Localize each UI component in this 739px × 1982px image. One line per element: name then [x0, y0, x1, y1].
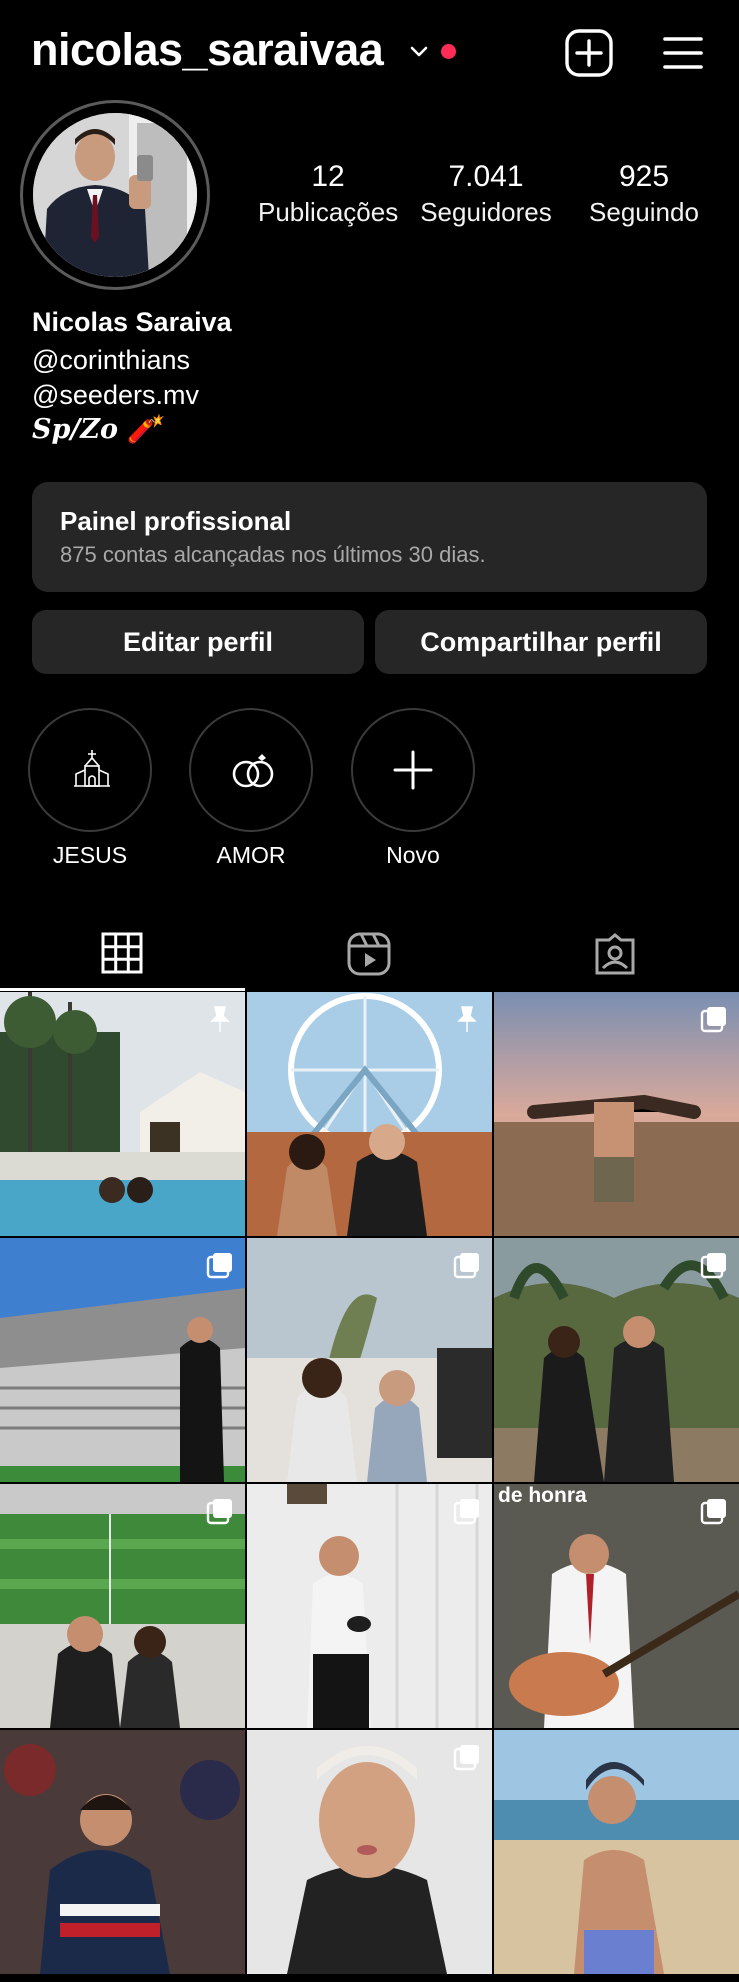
highlight-jesus[interactable]	[28, 708, 152, 832]
avatar[interactable]	[33, 113, 197, 277]
bio-link-corinthians[interactable]: @corinthians	[32, 342, 190, 378]
plus-icon	[393, 750, 433, 790]
post-3[interactable]	[494, 992, 739, 1236]
following-count[interactable]: 925 Seguindo	[574, 158, 714, 228]
highlight-jesus-label: JESUS	[52, 842, 128, 868]
grid-icon	[101, 932, 143, 974]
dashboard-title: Painel profissional	[60, 506, 292, 536]
pin-icon	[210, 1006, 230, 1032]
carousel-icon	[206, 1253, 232, 1279]
post-2[interactable]	[247, 992, 492, 1236]
menu-icon[interactable]	[660, 30, 706, 76]
followers-count-label: Seguidores	[420, 197, 552, 227]
tagged-icon	[595, 933, 635, 975]
posts-count-value: 12	[311, 160, 345, 193]
post-7[interactable]	[0, 1484, 245, 1728]
post-5[interactable]	[247, 1238, 492, 1482]
carousel-icon	[700, 1007, 726, 1033]
tab-posts[interactable]	[0, 912, 246, 992]
highlight-amor[interactable]	[189, 708, 313, 832]
carousel-icon	[453, 1499, 479, 1525]
tab-tagged[interactable]	[492, 912, 738, 992]
profile-name: Nicolas Saraiva	[32, 307, 232, 337]
posts-count[interactable]: 12 Publicações	[258, 158, 398, 228]
username-switcher[interactable]: nicolas_saraivaa	[31, 22, 384, 78]
share-profile-button[interactable]: Compartilhar perfil	[375, 610, 707, 674]
followers-count-value: 7.041	[448, 160, 524, 193]
create-post-icon[interactable]	[564, 28, 614, 78]
post-11[interactable]	[247, 1730, 492, 1974]
notification-dot	[441, 44, 456, 59]
followers-count[interactable]: 7.041 Seguidores	[412, 158, 560, 228]
rings-icon	[232, 754, 274, 788]
chevron-down-icon[interactable]	[408, 40, 430, 62]
post-12[interactable]	[494, 1730, 739, 1974]
post-overlay-text: de honra	[498, 1484, 587, 1507]
carousel-icon	[700, 1253, 726, 1279]
post-6[interactable]	[494, 1238, 739, 1482]
post-1[interactable]	[0, 992, 245, 1236]
tab-reels[interactable]	[246, 912, 492, 992]
post-8[interactable]	[247, 1484, 492, 1728]
edit-profile-button[interactable]: Editar perfil	[32, 610, 364, 674]
bio-link-seeders[interactable]: @seeders.mv	[32, 377, 199, 413]
carousel-icon	[453, 1253, 479, 1279]
posts-count-label: Publicações	[258, 197, 399, 227]
post-10[interactable]	[0, 1730, 245, 1974]
highlight-amor-label: AMOR	[216, 842, 286, 868]
bio-text: Sp/Zo 🧨	[32, 414, 161, 445]
following-count-label: Seguindo	[589, 197, 699, 227]
carousel-icon	[700, 1499, 726, 1525]
carousel-icon	[206, 1499, 232, 1525]
reels-icon	[347, 932, 391, 976]
carousel-icon	[453, 1745, 479, 1771]
pin-icon	[457, 1006, 477, 1032]
new-highlight-button[interactable]	[351, 708, 475, 832]
church-icon	[74, 750, 110, 787]
professional-dashboard[interactable]: Painel profissional 875 contas alcançada…	[32, 482, 707, 592]
dashboard-subtitle: 875 contas alcançadas nos últimos 30 dia…	[60, 542, 486, 567]
new-highlight-label: Novo	[386, 842, 440, 868]
post-4[interactable]	[0, 1238, 245, 1482]
following-count-value: 925	[618, 160, 670, 193]
active-tab-indicator	[0, 988, 245, 991]
post-9[interactable]: de honra	[494, 1484, 739, 1728]
